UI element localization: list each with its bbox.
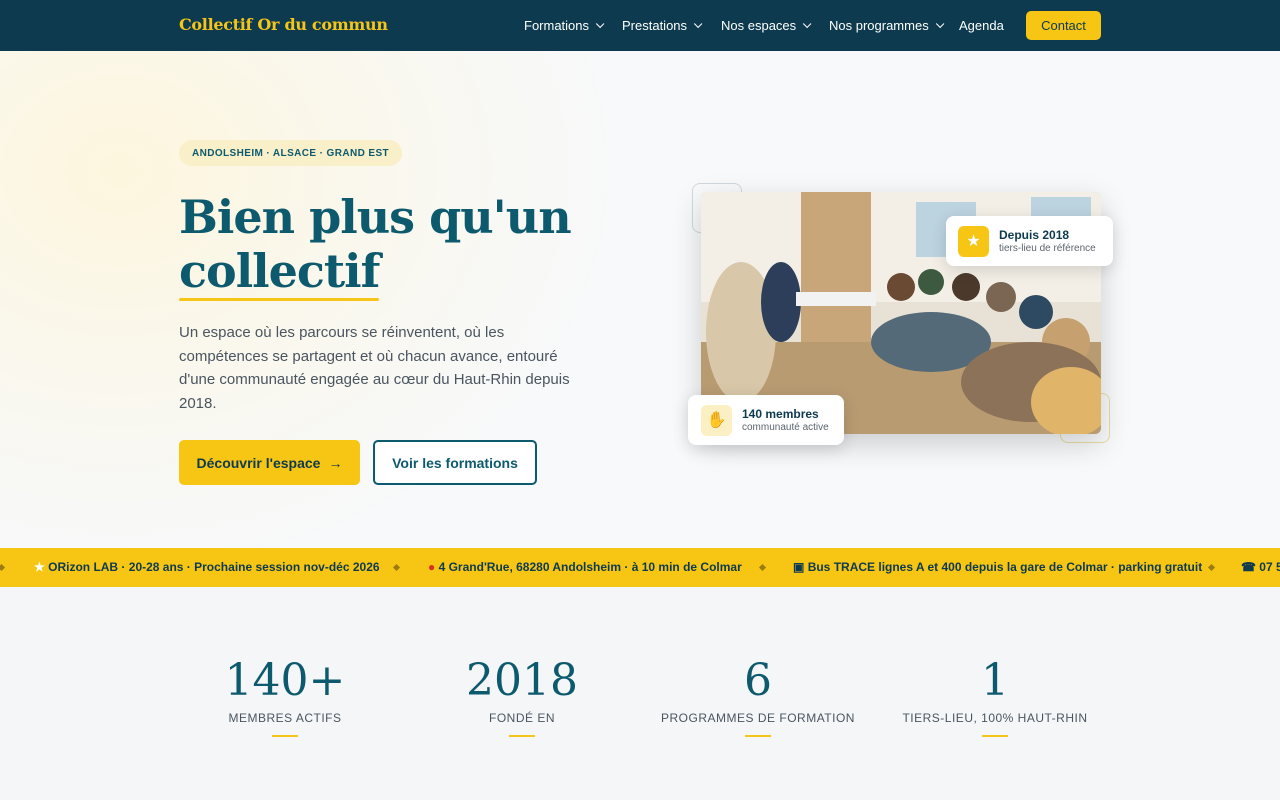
hero-section: ANDOLSHEIM · ALSACE · GRAND EST Bien plu…	[0, 51, 1280, 548]
chevron-down-icon	[803, 19, 812, 28]
members-card: ✋ 140 membres communauté active	[688, 395, 844, 445]
view-trainings-button[interactable]: Voir les formations	[373, 440, 537, 485]
star-icon: ★	[958, 225, 989, 257]
stat-programs: 6 PROGRAMMES DE FORMATION	[638, 657, 878, 737]
bus-icon: ▣	[793, 560, 805, 574]
chevron-down-icon	[693, 19, 703, 28]
stat-value: 140+	[224, 655, 346, 706]
button-label: Découvrir l'espace	[196, 454, 321, 471]
stat-value: 6	[744, 655, 772, 706]
ticker-separator	[758, 563, 767, 572]
ticker-item: ☎ 07 5	[1241, 560, 1280, 574]
stat-tiers-lieu: 1 TIERS-LIEU, 100% HAUT-RHIN	[875, 657, 1115, 737]
stats-section: 140+ MEMBRES ACTIFS 2018 FONDÉ EN 6 PROG…	[0, 587, 1280, 800]
phone-icon: ☎	[1241, 560, 1256, 574]
stat-underline	[745, 735, 771, 737]
stat-label: FONDÉ EN	[488, 711, 555, 725]
chevron-down-icon	[595, 19, 605, 28]
ticker-item: ● 4 Grand'Rue, 68280 Andolsheim · à 10 m…	[428, 560, 742, 574]
nav-item-label: Nos programmes	[829, 18, 929, 33]
stat-underline	[509, 735, 535, 737]
nav-item-formations[interactable]: Formations	[524, 18, 605, 33]
hero-title-line2: collectif	[179, 244, 380, 301]
location-badge: ANDOLSHEIM · ALSACE · GRAND EST	[179, 140, 403, 166]
members-card-title: 140 membres	[742, 406, 819, 421]
nav-item-label: Formations	[524, 18, 590, 33]
nav-item-espaces[interactable]: Nos espaces	[721, 18, 812, 33]
nav-item-programmes[interactable]: Nos programmes	[829, 18, 945, 33]
stat-founded: 2018 FONDÉ EN	[402, 657, 642, 737]
hero-lead: Un espace où les parcours se réinventent…	[179, 324, 570, 412]
stat-members: 140+ MEMBRES ACTIFS	[165, 657, 405, 737]
stat-label: TIERS-LIEU, 100% HAUT-RHIN	[902, 711, 1088, 725]
stat-value: 1	[981, 655, 1009, 706]
ticker-item: ★ ORizon LAB · 20-28 ans · Prochaine ses…	[34, 560, 380, 574]
discover-space-button[interactable]: Découvrir l'espace →	[179, 440, 360, 485]
stat-underline	[982, 735, 1008, 737]
top-navbar: Collectif Or du commun Formations Presta…	[0, 0, 1280, 51]
nav-item-label: Prestations	[622, 18, 688, 33]
stat-label: MEMBRES ACTIFS	[228, 711, 342, 725]
brand-logo[interactable]: Collectif Or du commun	[179, 15, 388, 34]
stat-value: 2018	[466, 655, 578, 706]
founded-card-title: Depuis 2018	[999, 227, 1070, 242]
members-card-subtitle: communauté active	[742, 421, 829, 433]
nav-item-label: Nos espaces	[721, 18, 797, 33]
nav-item-label: Agenda	[959, 18, 1004, 33]
info-ticker: ★ ORizon LAB · 20-28 ans · Prochaine ses…	[0, 548, 1280, 587]
hero-title: Bien plus qu'un collectif	[179, 190, 572, 301]
ticker-separator	[0, 563, 6, 572]
ticker-separator	[1207, 563, 1216, 572]
nav-item-prestations[interactable]: Prestations	[622, 18, 703, 33]
arrow-right-icon: →	[328, 454, 343, 471]
founded-card: ★ Depuis 2018 tiers-lieu de référence	[946, 216, 1113, 266]
ticker-separator	[392, 563, 401, 572]
contact-button[interactable]: Contact	[1026, 11, 1101, 40]
stat-underline	[272, 735, 298, 737]
chevron-down-icon	[935, 19, 945, 28]
hero-title-line1: Bien plus qu'un	[179, 190, 572, 244]
ticker-item: ▣ Bus TRACE lignes A et 400 depuis la ga…	[793, 560, 1203, 574]
nav-item-agenda[interactable]: Agenda	[959, 18, 1004, 33]
star-icon: ★	[34, 560, 45, 574]
stat-label: PROGRAMMES DE FORMATION	[661, 711, 855, 725]
handshake-icon: ✋	[701, 404, 732, 436]
map-pin-icon: ●	[428, 560, 436, 574]
founded-card-subtitle: tiers-lieu de référence	[999, 242, 1096, 254]
